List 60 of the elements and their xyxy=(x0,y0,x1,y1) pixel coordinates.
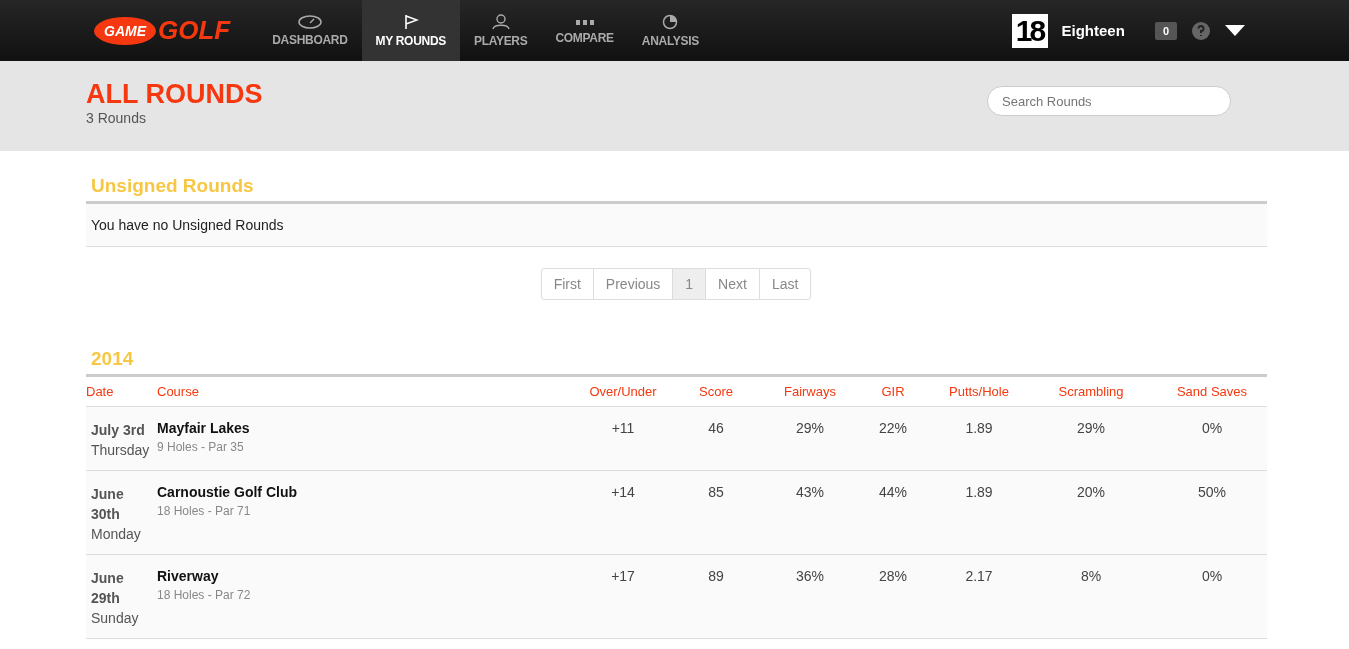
flag-icon xyxy=(402,13,419,30)
table-cell-text: 29% xyxy=(795,420,825,438)
logo-badge[interactable]: GAME xyxy=(94,16,156,45)
table-cell-text: 50% xyxy=(1197,484,1227,502)
round-date: June 29th Sunday xyxy=(90,569,140,628)
nav-tab[interactable]: COMPARE xyxy=(541,0,628,61)
year-heading: 2014 xyxy=(91,348,135,371)
course-name: Carnoustie Golf Club xyxy=(157,484,298,500)
table-cell-text: 22% xyxy=(878,420,908,438)
table-cell-text: 28% xyxy=(878,568,908,586)
table-cell-text: 44% xyxy=(878,484,908,502)
table-cell-text: 0% xyxy=(1200,568,1224,586)
table-cell-text: 20% xyxy=(1076,484,1106,502)
table-cell-text: 2.17 xyxy=(964,568,994,586)
search-field[interactable]: Search Rounds xyxy=(987,86,1231,116)
course-holes: 18 Holes - Par 72 xyxy=(157,588,252,602)
round-row[interactable]: June 29th Sunday Riverway 18 Holes - Par 72 +17 89 36% 28% 2.17 8% 0% xyxy=(86,555,1267,639)
round-date: July 3rd Thursday xyxy=(90,421,151,460)
table-cell-text: 1.89 xyxy=(964,484,994,502)
table-cell-text: 29% xyxy=(1076,420,1106,438)
user-name[interactable]: Eighteen xyxy=(1061,22,1125,39)
empty-message: You have no Unsigned Rounds xyxy=(86,204,1267,247)
nav-tab[interactable]: ANALYSIS xyxy=(627,0,713,61)
table-cell-text: 89 xyxy=(707,568,725,586)
table-cell-text: 85 xyxy=(707,484,725,502)
gauge-icon xyxy=(297,14,322,29)
table-cell-text: +11 xyxy=(610,420,636,438)
pagination-button[interactable]: Next xyxy=(705,268,760,300)
round-row[interactable]: June 30th Monday Carnoustie Golf Club 18 Holes - Par 71 +14 85 43% 44% 1.89 20% 50% xyxy=(86,471,1267,555)
table-cell-text: 0% xyxy=(1200,420,1224,438)
messages-count[interactable]: 0 xyxy=(1154,21,1177,40)
logo-text[interactable]: GOLF xyxy=(158,15,231,46)
round-date: June 30th Monday xyxy=(90,485,142,544)
pagination-button[interactable]: First xyxy=(540,268,594,300)
dropdown-caret-icon[interactable] xyxy=(1225,24,1245,37)
table-cell-text: +17 xyxy=(610,568,636,586)
round-row[interactable]: July 3rd Thursday Mayfair Lakes 9 Holes - Par 35 +11 46 29% 22% 1.89 29% 0% xyxy=(86,407,1267,471)
table-cell-text: +14 xyxy=(610,484,636,502)
table-cell-text: 36% xyxy=(795,568,825,586)
course-name: Mayfair Lakes xyxy=(157,420,251,436)
pie-chart-icon xyxy=(662,13,679,30)
rounds-count: 3 Rounds xyxy=(86,110,147,126)
table-cell-text: 43% xyxy=(795,484,825,502)
section-title: Unsigned Rounds xyxy=(91,175,255,198)
pagination-button[interactable]: 1 xyxy=(672,268,707,300)
nav-tab[interactable]: PLAYERS xyxy=(459,0,542,61)
course-holes: 18 Holes - Par 71 xyxy=(157,504,252,518)
help-icon[interactable] xyxy=(1191,20,1211,41)
user-avatar[interactable]: 18 xyxy=(1011,13,1048,48)
table-cell-text: 8% xyxy=(1079,568,1103,586)
pagination-button[interactable]: Previous xyxy=(592,268,674,300)
course-name: Riverway xyxy=(157,568,220,584)
person-icon xyxy=(491,13,510,30)
table-cell-text: 46 xyxy=(707,420,725,438)
nav-tab[interactable]: MY ROUNDS xyxy=(361,0,460,61)
nav-tab[interactable]: DASHBOARD xyxy=(258,0,362,61)
course-holes: 9 Holes - Par 35 xyxy=(157,440,245,454)
table-cell-text: 1.89 xyxy=(964,420,994,438)
pagination-button[interactable]: Last xyxy=(758,268,812,300)
page-title: ALL ROUNDS xyxy=(86,79,263,110)
